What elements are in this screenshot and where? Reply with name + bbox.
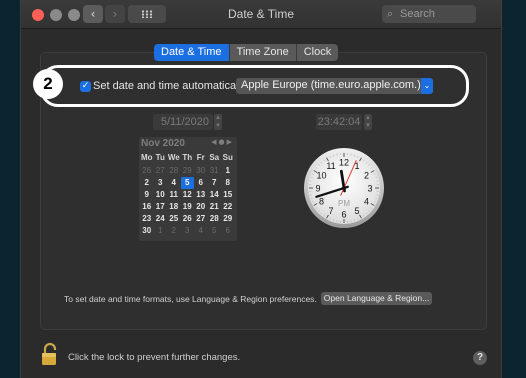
auto-time-label: Set date and time automatically: (93, 80, 250, 92)
time-stepper: ▲ ▼ (364, 114, 372, 130)
date-field: 5/11/2020 (153, 114, 213, 130)
weekday-label: Su (222, 153, 233, 162)
time-field: 23:42:04 (316, 114, 362, 130)
title-bar: ‹ › Date & Time ⌕ Search (21, 0, 501, 29)
calendar-day[interactable]: 12 (181, 189, 195, 201)
weekday-label: Tu (155, 153, 165, 162)
auto-time-checkbox[interactable]: ✓ (80, 81, 91, 92)
clock-number: 2 (364, 171, 369, 181)
help-button[interactable]: ? (473, 351, 487, 365)
calendar-day[interactable]: 30 (194, 165, 208, 177)
calendar-day[interactable]: 29 (181, 165, 195, 177)
calendar-day[interactable]: 9 (140, 189, 154, 201)
calendar-day[interactable]: 4 (167, 177, 181, 189)
calendar-day[interactable]: 11 (167, 189, 181, 201)
calendar-day[interactable]: 21 (208, 201, 222, 213)
time-server-select[interactable]: Apple Europe (time.euro.apple.com.) ⌄ (236, 78, 433, 94)
clock-number: 9 (315, 184, 320, 194)
calendar-day[interactable]: 28 (208, 213, 222, 225)
open-language-region-button[interactable]: Open Language & Region... (321, 292, 432, 305)
calendar-day[interactable]: 17 (154, 201, 168, 213)
calendar: Nov 2020 ◀●▶ Mo Tu We Th Fr Sa Su 26 27 28 29 30 31… (139, 137, 237, 241)
clock-number: 11 (326, 161, 335, 171)
calendar-day-selected[interactable]: 5 (180, 177, 194, 189)
clock-number: 3 (367, 184, 372, 194)
clock-period: PM (338, 199, 350, 208)
calendar-day[interactable]: 3 (181, 225, 195, 237)
clock-number: 5 (354, 206, 359, 216)
tab-clock[interactable]: Clock (296, 44, 339, 61)
calendar-day[interactable]: 8 (221, 177, 235, 189)
search-icon: ⌕ (387, 7, 394, 20)
calendar-day[interactable]: 27 (194, 213, 208, 225)
tab-date-time[interactable]: Date & Time (154, 44, 230, 61)
lock-message: Click the lock to prevent further change… (68, 352, 241, 363)
calendar-weekdays: Mo Tu We Th Fr Sa Su (140, 153, 235, 162)
calendar-day[interactable]: 14 (208, 189, 222, 201)
weekday-label: Mo (140, 153, 153, 162)
chevron-down-icon: ⌄ (421, 78, 433, 94)
calendar-day[interactable]: 15 (221, 189, 235, 201)
analog-clock: 12 1234567891011 PM (304, 148, 384, 228)
search-placeholder: Search (400, 8, 435, 20)
calendar-day[interactable]: 26 (140, 165, 154, 177)
weekday-label: Sa (209, 153, 220, 162)
formats-note: To set date and time formats, use Langua… (64, 294, 317, 304)
calendar-month-label: Nov 2020 (141, 138, 185, 149)
calendar-day[interactable]: 3 (154, 177, 168, 189)
clock-center (342, 186, 346, 190)
clock-number: 10 (316, 171, 326, 181)
calendar-day[interactable]: 29 (221, 213, 235, 225)
calendar-day[interactable]: 2 (167, 225, 181, 237)
calendar-day[interactable]: 5 (208, 225, 222, 237)
calendar-day[interactable]: 27 (154, 165, 168, 177)
lock-icon[interactable] (41, 342, 59, 366)
calendar-day[interactable]: 1 (221, 165, 235, 177)
date-stepper: ▲ ▼ (214, 114, 222, 130)
weekday-label: Th (182, 153, 193, 162)
search-field[interactable]: ⌕ Search (382, 5, 476, 23)
clock-number: 7 (328, 206, 333, 216)
clock-number: 8 (319, 197, 324, 207)
calendar-day[interactable]: 18 (167, 201, 181, 213)
weekday-label: We (167, 153, 180, 162)
calendar-day[interactable]: 19 (181, 201, 195, 213)
calendar-day[interactable]: 25 (167, 213, 181, 225)
calendar-day[interactable]: 6 (194, 177, 208, 189)
today-dot-icon: ● (218, 138, 227, 146)
clock-number: 6 (341, 210, 346, 220)
checkmark-icon: ✓ (81, 81, 90, 91)
previous-month-icon: ◀ (211, 138, 219, 146)
calendar-day[interactable]: 10 (154, 189, 168, 201)
calendar-day[interactable]: 7 (208, 177, 222, 189)
step-number-badge: 2 (33, 69, 63, 99)
calendar-day[interactable]: 4 (194, 225, 208, 237)
calendar-day[interactable]: 1 (154, 225, 168, 237)
tab-bar: Date & Time Time Zone Clock (154, 44, 339, 61)
weekday-label: Fr (196, 153, 205, 162)
calendar-day[interactable]: 2 (140, 177, 154, 189)
calendar-day[interactable]: 13 (194, 189, 208, 201)
time-server-value: Apple Europe (time.euro.apple.com.) (241, 79, 421, 91)
tab-time-zone[interactable]: Time Zone (229, 44, 297, 61)
calendar-day[interactable]: 22 (221, 201, 235, 213)
calendar-day[interactable]: 30 (140, 225, 154, 237)
calendar-days: 26 27 28 29 30 31 1 2 3 4 5 6 7 8 9 10 11 12 13 14 15 16 17 18 1… (140, 165, 235, 237)
calendar-day[interactable]: 28 (167, 165, 181, 177)
next-month-icon: ▶ (226, 138, 234, 146)
calendar-day[interactable]: 23 (140, 213, 154, 225)
calendar-day[interactable]: 6 (221, 225, 235, 237)
clock-number: 12 (339, 158, 349, 168)
clock-number: 4 (364, 197, 369, 207)
calendar-nav: ◀●▶ (211, 138, 234, 146)
calendar-day[interactable]: 26 (181, 213, 195, 225)
calendar-day[interactable]: 31 (208, 165, 222, 177)
calendar-day[interactable]: 20 (194, 201, 208, 213)
calendar-day[interactable]: 24 (154, 213, 168, 225)
calendar-day[interactable]: 16 (140, 201, 154, 213)
